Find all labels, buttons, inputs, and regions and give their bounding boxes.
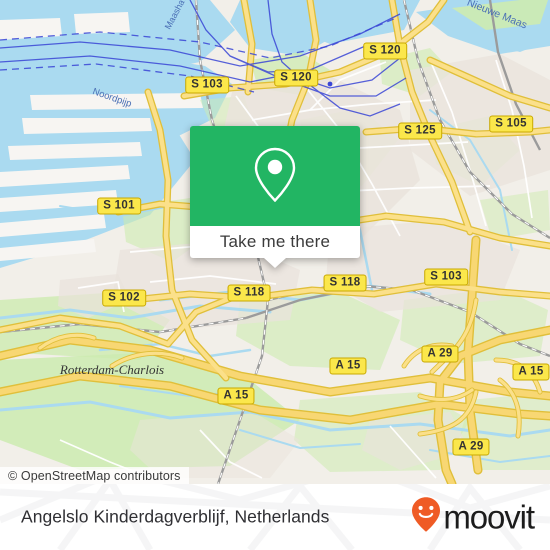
road-shield: S 118: [227, 284, 271, 302]
place-title: Angelslo Kinderdagverblijf, Netherlands: [21, 506, 330, 527]
road-shield: S 120: [274, 69, 318, 87]
road-shield: S 118: [323, 274, 367, 292]
footer-bar: Angelslo Kinderdagverblijf, Netherlands …: [0, 484, 550, 550]
road-shield: A 15: [512, 363, 550, 381]
road-shield: S 103: [185, 76, 229, 94]
road-shield: S 102: [102, 289, 146, 307]
road-shield: S 125: [398, 122, 442, 140]
location-callout-card[interactable]: Take me there: [190, 126, 360, 268]
map-pin-icon: [252, 146, 298, 207]
road-shield: A 15: [217, 387, 255, 405]
screenshot-root: S 120 S 120 S 103 S 125 S 105 S 101 S 102 S 118…: [0, 0, 550, 550]
road-shield: S 105: [489, 115, 533, 133]
road-shield: A 15: [329, 357, 367, 375]
road-shield: S 103: [424, 268, 468, 286]
road-shield: S 101: [97, 197, 141, 215]
moovit-pin-icon: [411, 497, 441, 538]
moovit-wordmark: moovit: [443, 498, 535, 536]
card-pointer: [264, 258, 286, 268]
take-me-there-label: Take me there: [219, 232, 331, 251]
road-shield: A 29: [452, 438, 490, 456]
osm-attribution[interactable]: © OpenStreetMap contributors: [0, 467, 189, 484]
place-label: Rotterdam-Charlois: [59, 362, 165, 377]
moovit-logo[interactable]: moovit: [411, 497, 535, 538]
road-shield: S 120: [363, 42, 407, 60]
card-header: [190, 126, 360, 226]
take-me-there-button[interactable]: Take me there: [190, 226, 360, 268]
road-shield: A 29: [421, 345, 459, 363]
